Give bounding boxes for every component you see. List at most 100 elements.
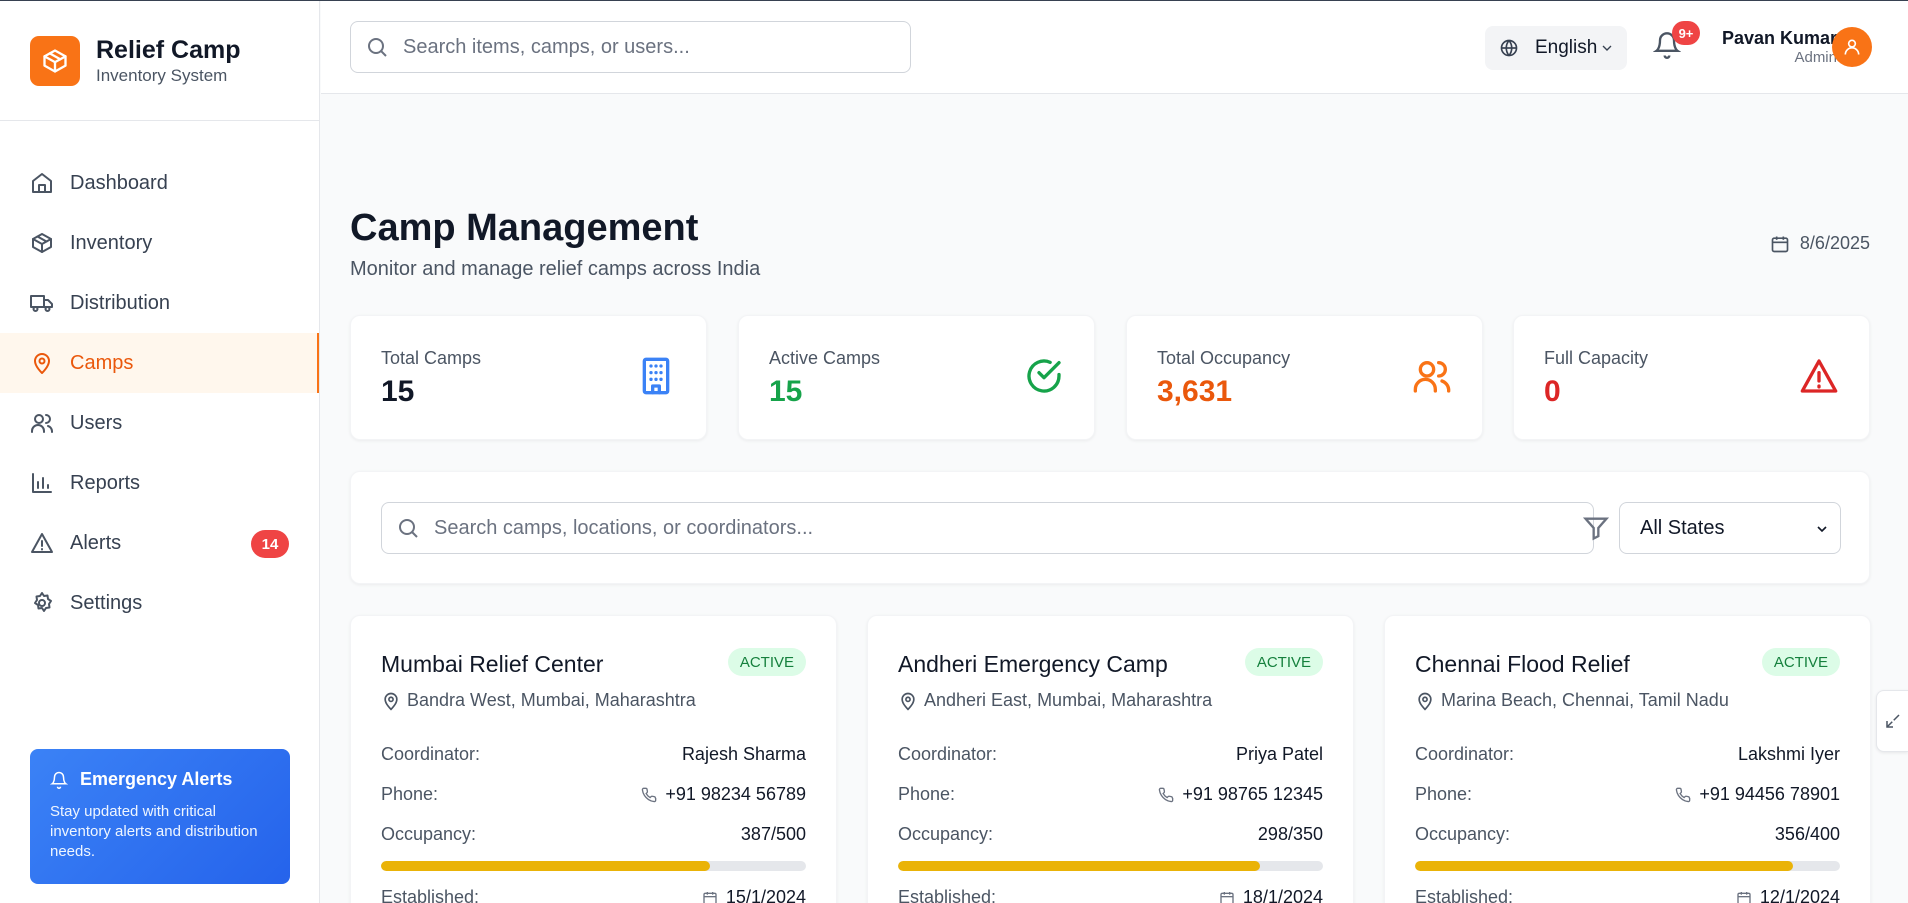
occupancy-progress-bar [898, 861, 1323, 871]
phone-value[interactable]: +91 98765 12345 [1182, 784, 1323, 805]
established-row: Established: 12/1/2024 [1415, 887, 1840, 903]
camp-card[interactable]: Andheri Emergency Camp ACTIVE Andheri Ea… [867, 615, 1354, 903]
sidebar: Relief Camp Inventory System Dashboard I… [0, 1, 320, 903]
coordinator-label: Coordinator: [1415, 744, 1515, 764]
calendar-icon [1737, 891, 1751, 903]
camp-name: Chennai Flood Relief [1415, 651, 1630, 677]
occupancy-value: 387/500 [740, 824, 806, 844]
language-selector[interactable]: English [1485, 26, 1627, 70]
brand-subtitle: Inventory System [96, 65, 228, 85]
sidebar-item-distribution[interactable]: Distribution [0, 273, 319, 333]
alert-triangle-icon [31, 533, 53, 553]
phone-row: Phone: +91 98234 56789 [381, 784, 806, 805]
stat-value: 3,631 [1157, 375, 1233, 408]
sidebar-item-camps[interactable]: Camps [0, 333, 319, 393]
sidebar-item-label: Users [70, 411, 123, 434]
alert-triangle-icon [1800, 359, 1838, 393]
side-panel-toggle[interactable] [1876, 690, 1908, 752]
user-info[interactable]: Pavan Kumar Admin [1711, 27, 1837, 67]
stat-card-total-occupancy: Total Occupancy 3,631 [1126, 315, 1483, 440]
established-value: 12/1/2024 [1759, 887, 1840, 903]
stat-label: Active Camps [769, 348, 881, 368]
coordinator-value: Priya Patel [1235, 744, 1323, 764]
coordinator-row: Coordinator: Priya Patel [898, 744, 1323, 765]
phone-label: Phone: [898, 784, 956, 804]
occupancy-progress-fill [1415, 861, 1794, 871]
sidebar-item-settings[interactable]: Settings [0, 573, 319, 633]
map-pin-icon [34, 353, 50, 374]
occupancy-label: Occupancy: [898, 824, 994, 844]
page-subtitle: Monitor and manage relief camps across I… [350, 258, 761, 280]
phone-value[interactable]: +91 98234 56789 [665, 784, 806, 805]
stat-value: 15 [769, 375, 803, 408]
coordinator-row: Coordinator: Rajesh Sharma [381, 744, 806, 765]
map-pin-icon [1418, 692, 1432, 710]
users-icon [31, 414, 53, 433]
camp-card[interactable]: Mumbai Relief Center ACTIVE Bandra West,… [350, 615, 837, 903]
stat-value: 15 [381, 375, 415, 408]
sidebar-item-label: Dashboard [70, 171, 168, 194]
camp-name: Mumbai Relief Center [381, 651, 604, 677]
coordinator-value: Lakshmi Iyer [1737, 744, 1840, 764]
top-header: English 9+ Pavan Kumar Admin [321, 1, 1908, 94]
check-circle-icon [1027, 359, 1061, 393]
state-select[interactable]: All States [1619, 502, 1841, 554]
date-text: 8/6/2025 [1799, 233, 1870, 253]
truck-icon [30, 295, 53, 312]
notifications-badge: 9+ [1672, 21, 1700, 45]
search-icon [368, 38, 387, 57]
user-name: Pavan Kumar [1721, 28, 1837, 48]
global-search[interactable] [350, 21, 911, 73]
map-pin-icon [901, 692, 915, 710]
phone-label: Phone: [1415, 784, 1473, 804]
camp-location: Bandra West, Mumbai, Maharashtra [381, 690, 696, 711]
building-icon [642, 357, 670, 395]
sidebar-item-reports[interactable]: Reports [0, 453, 319, 513]
sidebar-item-inventory[interactable]: Inventory [0, 213, 319, 273]
sidebar-item-alerts[interactable]: Alerts 14 [0, 513, 319, 573]
status-badge: ACTIVE [1761, 648, 1840, 676]
sidebar-item-users[interactable]: Users [0, 393, 319, 453]
occupancy-progress-bar [1415, 861, 1840, 871]
status-badge: ACTIVE [727, 648, 806, 676]
occupancy-progress-fill [381, 861, 710, 871]
occupancy-label: Occupancy: [381, 824, 477, 844]
sidebar-item-label: Distribution [70, 291, 171, 314]
calendar-icon [1220, 891, 1234, 903]
sidebar-item-dashboard[interactable]: Dashboard [0, 153, 319, 213]
map-pin-icon [384, 692, 398, 710]
brand[interactable]: Relief Camp Inventory System [0, 1, 319, 121]
camp-search[interactable] [381, 502, 1594, 554]
sidebar-item-label: Settings [70, 591, 143, 614]
occupancy-row: Occupancy: 298/350 [898, 824, 1323, 845]
coordinator-label: Coordinator: [898, 744, 998, 764]
established-label: Established: [898, 887, 997, 903]
occupancy-progress-fill [898, 861, 1260, 871]
camp-search-input[interactable] [434, 516, 1584, 540]
search-icon [399, 519, 418, 538]
stat-card-total-camps: Total Camps 15 [350, 315, 707, 440]
camp-name: Andheri Emergency Camp [898, 651, 1168, 677]
stat-label: Total Occupancy [1157, 348, 1291, 368]
sidebar-item-label: Camps [70, 351, 134, 374]
chevron-down-icon [1817, 526, 1827, 533]
camp-card[interactable]: Chennai Flood Relief ACTIVE Marina Beach… [1384, 615, 1871, 903]
avatar[interactable] [1832, 27, 1872, 67]
phone-value[interactable]: +91 94456 78901 [1699, 784, 1840, 805]
collapse-icon [1885, 714, 1900, 728]
global-search-input[interactable] [403, 35, 883, 59]
established-row: Established: 18/1/2024 [898, 887, 1323, 903]
established-label: Established: [381, 887, 480, 903]
occupancy-value: 356/400 [1774, 824, 1840, 844]
home-icon [32, 173, 52, 193]
sidebar-item-label: Inventory [70, 231, 153, 254]
language-label: English [1535, 37, 1598, 58]
emergency-alerts-promo[interactable]: Emergency Alerts Stay updated with criti… [30, 749, 290, 884]
camp-location: Andheri East, Mumbai, Maharashtra [898, 690, 1212, 711]
status-badge: ACTIVE [1244, 648, 1323, 676]
occupancy-label: Occupancy: [1415, 824, 1511, 844]
alerts-count-badge: 14 [251, 530, 289, 558]
location-text: Andheri East, Mumbai, Maharashtra [924, 690, 1213, 710]
sidebar-nav: Dashboard Inventory Distribution Camps U… [0, 153, 319, 633]
coordinator-row: Coordinator: Lakshmi Iyer [1415, 744, 1840, 765]
